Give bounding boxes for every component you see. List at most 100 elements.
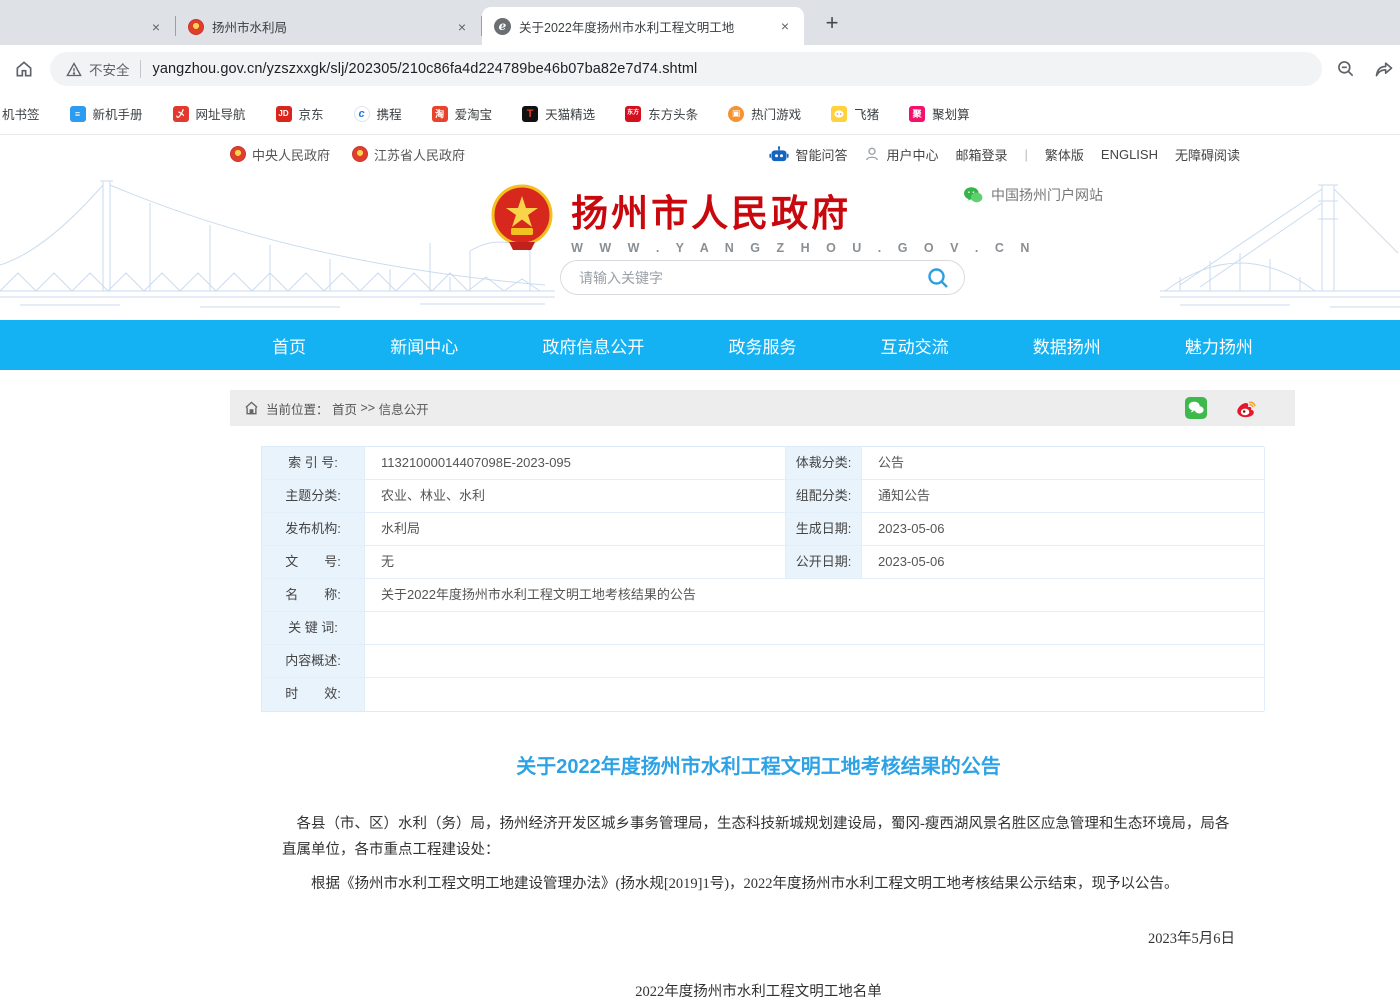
meta-value: 通知公告 — [862, 480, 1265, 513]
meta-label: 公开日期: — [786, 546, 862, 579]
bookmark-label: 热门游戏 — [751, 104, 801, 123]
meta-label: 索 引 号: — [262, 447, 365, 480]
mail-login-link[interactable]: 邮箱登录 — [955, 145, 1007, 164]
url-omnibox[interactable]: 不安全 yangzhou.gov.cn/yzszxxgk/slj/202305/… — [50, 52, 1322, 86]
meta-value: 11321000014407098E-2023-095 — [365, 447, 786, 480]
gov-link-label: 江苏省人民政府 — [374, 145, 465, 164]
nav-home[interactable]: 首页 — [272, 333, 306, 358]
meta-label: 主题分类: — [262, 480, 365, 513]
gov-emblem-favicon — [188, 19, 204, 35]
bookmark-item[interactable]: c 携程 — [354, 104, 402, 123]
bookmark-item[interactable]: T 天猫精选 — [522, 104, 595, 123]
article-paragraph: 根据《扬州市水利工程文明工地建设管理办法》(扬水规[2019]1号)，2022年… — [282, 871, 1235, 897]
breadcrumb-home-link[interactable]: 首页 — [332, 399, 357, 418]
meta-label: 名 称: — [262, 579, 365, 612]
bookmark-label: 爱淘宝 — [455, 104, 493, 123]
nav-data-yangzhou[interactable]: 数据扬州 — [1033, 333, 1101, 358]
user-center-label: 用户中心 — [886, 145, 938, 164]
tab-close-icon[interactable]: × — [453, 18, 471, 36]
user-center-link[interactable]: 用户中心 — [864, 145, 938, 164]
search-icon[interactable] — [926, 266, 950, 290]
portal-wechat-link[interactable]: 中国扬州门户网站 — [963, 185, 1103, 205]
bookmark-label: 京东 — [299, 104, 324, 123]
new-tab-button[interactable]: + — [818, 9, 846, 37]
bookmark-label: 聚划算 — [932, 104, 970, 123]
announcement-article: 关于2022年度扬州市水利工程文明工地考核结果的公告 各县（市、区）水利（务）局… — [230, 750, 1295, 997]
tab-close-icon[interactable]: × — [776, 17, 794, 35]
bookmark-label: 携程 — [377, 104, 402, 123]
search-input[interactable] — [579, 270, 926, 286]
bookmark-item[interactable]: ≡ 新机手册 — [70, 104, 143, 123]
page-content: 当前位置： 首页 >> 信息公开 索 引 号: 1132100001440709… — [230, 390, 1295, 997]
tab-close-icon[interactable]: × — [147, 18, 165, 36]
meta-value — [365, 612, 1265, 645]
link-jiangsu-gov[interactable]: 江苏省人民政府 — [352, 145, 465, 164]
tab-partial[interactable]: × — [0, 8, 175, 45]
nav-gov-info-disclosure[interactable]: 政府信息公开 — [542, 333, 644, 358]
meta-value — [365, 678, 1265, 711]
english-link[interactable]: ENGLISH — [1101, 147, 1158, 162]
gov-link-label: 中央人民政府 — [252, 145, 330, 164]
search-box[interactable] — [560, 260, 965, 295]
article-title: 关于2022年度扬州市水利工程文明工地考核结果的公告 — [282, 750, 1235, 779]
meta-label: 内容概述: — [262, 645, 365, 678]
breadcrumb: 当前位置： 首页 >> 信息公开 — [230, 390, 1295, 426]
hot-games-icon: ▣ — [728, 106, 744, 122]
traditional-chinese-link[interactable]: 繁体版 — [1045, 145, 1084, 164]
bookmark-item[interactable]: 东方 东方头条 — [625, 104, 698, 123]
smart-qa-link[interactable]: 智能问答 — [769, 145, 847, 164]
not-secure-warning-icon — [66, 62, 82, 77]
bookmark-item[interactable]: 机书签 — [2, 104, 40, 123]
tab-active-announcement[interactable]: e 关于2022年度扬州市水利工程文明工地 × — [482, 7, 804, 45]
share-weibo-icon[interactable] — [1235, 397, 1257, 419]
main-navigation: 首页 新闻中心 政府信息公开 政务服务 互动交流 数据扬州 魅力扬州 — [0, 320, 1400, 370]
nav-charm-yangzhou[interactable]: 魅力扬州 — [1185, 333, 1253, 358]
fliggy-pig-icon — [831, 106, 847, 122]
breadcrumb-separator: >> — [361, 401, 376, 415]
bookmarks-bar: 机书签 ≡ 新机手册 乄 网址导航 JD 京东 c 携程 淘 爱淘宝 T 天猫精… — [0, 93, 1400, 135]
share-icon[interactable] — [1372, 57, 1396, 81]
document-meta-table: 索 引 号: 11321000014407098E-2023-095 体裁分类:… — [261, 446, 1264, 712]
nav-news-center[interactable]: 新闻中心 — [390, 333, 458, 358]
link-central-gov[interactable]: 中央人民政府 — [230, 145, 330, 164]
bookmark-item[interactable]: 飞猪 — [831, 104, 879, 123]
accessibility-link[interactable]: 无障碍阅读 — [1175, 145, 1240, 164]
security-label: 不安全 — [89, 59, 130, 79]
site-logo[interactable]: 扬州市人民政府 W W W . Y A N G Z H O U . G O V … — [230, 183, 1295, 255]
tab-title: 扬州市水利局 — [212, 17, 287, 36]
omnibox-divider — [140, 60, 141, 78]
bookmark-item[interactable]: 聚 聚划算 — [909, 104, 970, 123]
gov-emblem-icon — [352, 146, 368, 162]
zoom-out-icon[interactable] — [1334, 57, 1358, 81]
portal-link-label: 中国扬州门户网站 — [991, 185, 1103, 205]
nav-site-icon: 乄 — [173, 106, 189, 122]
bookmark-item[interactable]: 乄 网址导航 — [173, 104, 246, 123]
tmall-icon: T — [522, 106, 538, 122]
meta-value: 无 — [365, 546, 786, 579]
traditional-label: 繁体版 — [1045, 145, 1084, 164]
bookmark-item[interactable]: JD 京东 — [276, 104, 324, 123]
user-icon — [864, 146, 880, 162]
meta-label: 生成日期: — [786, 513, 862, 546]
meta-value: 农业、林业、水利 — [365, 480, 786, 513]
home-icon[interactable] — [12, 57, 36, 81]
tab-shuiliju[interactable]: 扬州市水利局 × — [176, 8, 481, 45]
nav-interaction[interactable]: 互动交流 — [881, 333, 949, 358]
share-wechat-icon[interactable] — [1185, 397, 1207, 419]
juhuasuan-icon: 聚 — [909, 106, 925, 122]
bookmark-label: 东方头条 — [648, 104, 698, 123]
utility-divider: | — [1025, 147, 1028, 162]
site-url: W W W . Y A N G Z H O U . G O V . C N — [571, 241, 1036, 255]
meta-label: 发布机构: — [262, 513, 365, 546]
eastday-icon: 东方 — [625, 106, 641, 122]
accessibility-label: 无障碍阅读 — [1175, 145, 1240, 164]
bookmark-item[interactable]: 淘 爱淘宝 — [432, 104, 493, 123]
mail-login-label: 邮箱登录 — [955, 145, 1007, 164]
article-date: 2023年5月6日 — [282, 927, 1235, 948]
nav-gov-services[interactable]: 政务服务 — [728, 333, 796, 358]
robot-icon — [769, 146, 789, 163]
bookmark-item[interactable]: ▣ 热门游戏 — [728, 104, 801, 123]
jd-icon: JD — [276, 106, 292, 122]
breadcrumb-current[interactable]: 信息公开 — [379, 399, 429, 418]
url-text: yangzhou.gov.cn/yzszxxgk/slj/202305/210c… — [153, 61, 698, 77]
